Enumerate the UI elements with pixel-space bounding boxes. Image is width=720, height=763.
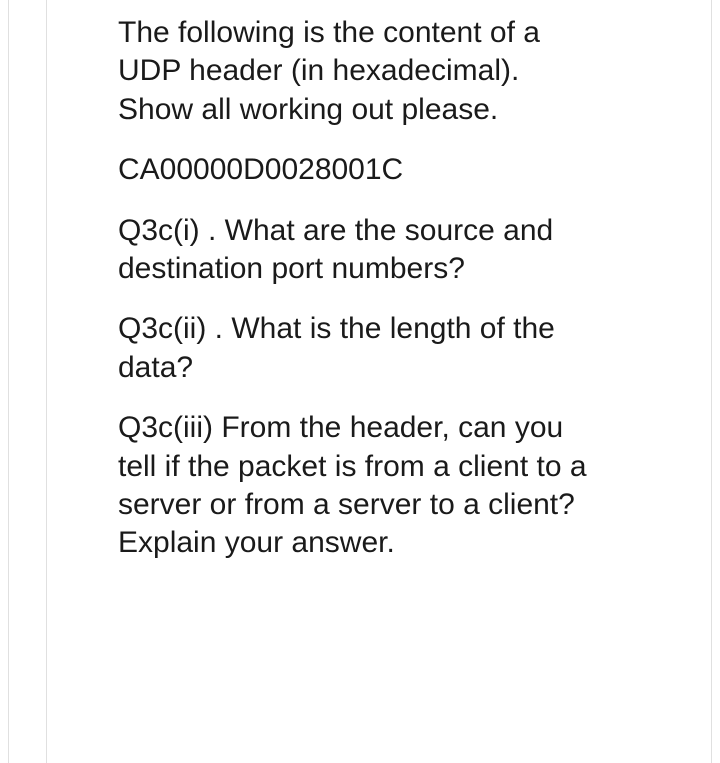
question-3c-ii: Q3c(ii) . What is the length of the data…: [118, 310, 590, 387]
question-3c-iii: Q3c(iii) From the header, can you tell i…: [118, 409, 590, 563]
margin-rule-right: [711, 0, 712, 763]
hex-value: CA00000D0028001C: [118, 151, 590, 189]
question-3c-i: Q3c(i) . What are the source and destina…: [118, 212, 590, 289]
margin-rule-left-inner: [46, 0, 47, 763]
margin-rule-left-outer: [8, 0, 9, 763]
document-page: The following is the content of a UDP he…: [0, 0, 720, 763]
question-body: The following is the content of a UDP he…: [118, 14, 590, 563]
intro-paragraph: The following is the content of a UDP he…: [118, 14, 590, 129]
